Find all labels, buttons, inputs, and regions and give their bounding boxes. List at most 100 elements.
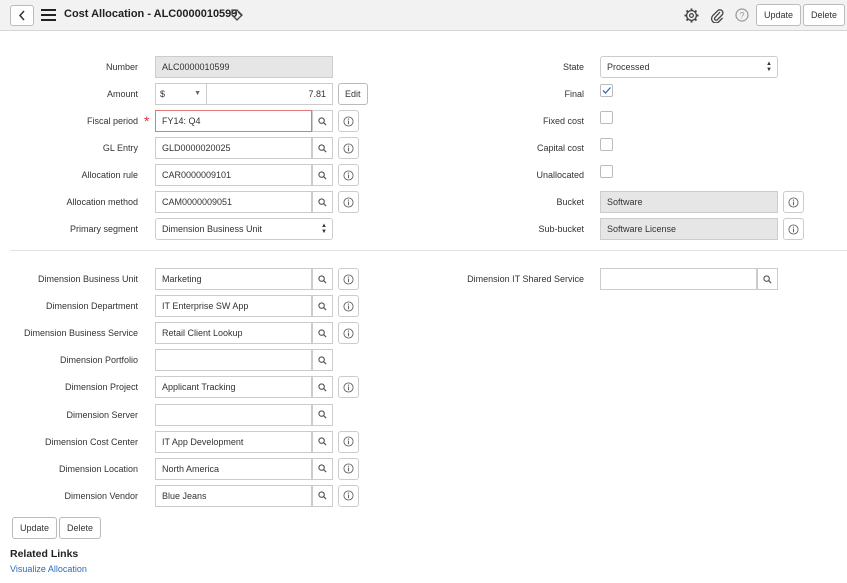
page-title: Cost Allocation - ALC0000010599: [64, 8, 238, 20]
gl-entry-info-button[interactable]: [338, 137, 359, 159]
search-icon: [318, 437, 327, 446]
search-icon: [318, 170, 327, 180]
number-field: ALC0000010599: [155, 56, 333, 78]
menu-icon[interactable]: [41, 9, 56, 21]
dimension-cost-center-lookup-button[interactable]: [312, 430, 333, 453]
sub-bucket-field: Software License: [600, 218, 778, 240]
dimension-project-lookup-button[interactable]: [312, 376, 333, 399]
allocation-rule-lookup-button[interactable]: [312, 164, 333, 186]
updown-arrows-icon: ▲ ▼: [321, 223, 327, 235]
gl-entry-label: GL Entry: [102, 143, 138, 153]
edit-amount-button[interactable]: Edit: [338, 83, 368, 105]
dimension-vendor-lookup-button[interactable]: [312, 484, 333, 507]
fixed-cost-checkbox[interactable]: [600, 111, 613, 124]
capital-cost-checkbox[interactable]: [600, 138, 613, 151]
dimension-business-unit-lookup-button[interactable]: [312, 268, 333, 290]
dimension-vendor-info-button[interactable]: [338, 484, 359, 507]
update-button[interactable]: Update: [756, 4, 802, 26]
dimension-business-unit-field[interactable]: Marketing: [155, 268, 312, 290]
dimension-vendor-field[interactable]: Blue Jeans: [155, 484, 312, 507]
dimension-cost-center-label: Dimension Cost Center: [44, 436, 138, 447]
info-icon: [343, 196, 354, 208]
bucket-info-button[interactable]: [783, 191, 804, 213]
dimension-project-label: Dimension Project: [64, 382, 138, 393]
dimension-location-field[interactable]: North America: [155, 457, 312, 480]
capital-cost-label: Capital cost: [536, 143, 584, 153]
amount-field[interactable]: 7.81: [206, 83, 333, 105]
allocation-method-lookup-button[interactable]: [312, 191, 333, 213]
amount-label: Amount: [106, 89, 138, 99]
dimension-server-lookup-button[interactable]: [312, 403, 333, 426]
gl-entry-lookup-button[interactable]: [312, 137, 333, 159]
it-shared-service-lookup-button[interactable]: [757, 268, 778, 290]
dimension-department-label: Dimension Department: [45, 301, 138, 312]
search-icon: [318, 301, 327, 311]
primary-segment-label: Primary segment: [69, 224, 138, 234]
dimension-department-info-button[interactable]: [338, 295, 359, 318]
allocation-method-label: Allocation method: [66, 197, 138, 207]
sub-bucket-info-button[interactable]: [783, 218, 804, 240]
search-icon: [318, 491, 327, 500]
currency-select[interactable]: $ ▼: [155, 83, 207, 105]
info-icon: [343, 328, 354, 339]
search-icon: [318, 410, 327, 419]
fiscal-period-label: Fiscal period: [86, 116, 138, 126]
dimension-location-info-button[interactable]: [338, 457, 359, 480]
dimension-project-field[interactable]: Applicant Tracking: [155, 376, 312, 399]
fiscal-period-lookup-button[interactable]: [312, 110, 333, 132]
tag-icon[interactable]: [230, 8, 244, 22]
allocation-rule-info-button[interactable]: [338, 164, 359, 186]
caret-down-icon: ▼: [194, 90, 201, 97]
dimension-business-service-info-button[interactable]: [338, 322, 359, 345]
fiscal-period-info-button[interactable]: [338, 110, 359, 132]
dimension-portfolio-lookup-button[interactable]: [312, 349, 333, 372]
fiscal-period-field[interactable]: FY14: Q4: [155, 110, 312, 132]
footer-update-button[interactable]: Update: [12, 517, 58, 539]
dimension-location-lookup-button[interactable]: [312, 457, 333, 480]
dimension-portfolio-field[interactable]: [155, 349, 312, 372]
dimension-business-service-field[interactable]: Retail Client Lookup: [155, 322, 312, 345]
back-button[interactable]: [10, 5, 34, 26]
dimension-portfolio-label: Dimension Portfolio: [59, 355, 138, 366]
search-icon: [763, 274, 772, 284]
info-icon: [343, 142, 354, 154]
gl-entry-field[interactable]: GLD0000020025: [155, 137, 312, 159]
gear-icon[interactable]: [684, 8, 699, 23]
final-checkbox[interactable]: [600, 84, 613, 97]
visualize-allocation-link[interactable]: Visualize Allocation: [10, 564, 87, 574]
info-icon: [343, 490, 354, 501]
dimension-vendor-label: Dimension Vendor: [64, 490, 138, 501]
allocation-method-field[interactable]: CAM0000009051: [155, 191, 312, 213]
dimension-server-label: Dimension Server: [66, 409, 138, 420]
dimension-project-info-button[interactable]: [338, 376, 359, 399]
related-links-title: Related Links: [10, 548, 79, 560]
allocation-method-info-button[interactable]: [338, 191, 359, 213]
state-select[interactable]: Processed ▲ ▼: [600, 56, 778, 78]
search-icon: [318, 143, 327, 153]
info-icon: [343, 463, 354, 474]
dimension-server-field[interactable]: [155, 403, 312, 426]
it-shared-service-field[interactable]: [600, 268, 757, 290]
dimension-business-unit-info-button[interactable]: [338, 268, 359, 290]
info-icon: [343, 115, 354, 127]
dimension-location-label: Dimension Location: [58, 463, 138, 474]
unallocated-checkbox[interactable]: [600, 165, 613, 178]
dimension-cost-center-field[interactable]: IT App Development: [155, 430, 312, 453]
number-label: Number: [105, 62, 138, 72]
delete-button[interactable]: Delete: [803, 4, 846, 26]
dimension-department-lookup-button[interactable]: [312, 295, 333, 318]
search-icon: [318, 197, 327, 207]
unallocated-label: Unallocated: [536, 170, 584, 180]
allocation-rule-field[interactable]: CAR0000009101: [155, 164, 312, 186]
dimension-department-field[interactable]: IT Enterprise SW App: [155, 295, 312, 318]
state-label: State: [562, 62, 584, 72]
primary-segment-select[interactable]: Dimension Business Unit ▲ ▼: [155, 218, 333, 240]
info-icon: [343, 436, 354, 447]
dimension-business-service-lookup-button[interactable]: [312, 322, 333, 345]
search-icon: [318, 329, 327, 338]
paperclip-icon[interactable]: [710, 8, 724, 23]
footer-delete-button[interactable]: Delete: [59, 517, 102, 539]
final-label: Final: [564, 89, 584, 99]
dimension-cost-center-info-button[interactable]: [338, 430, 359, 453]
help-icon[interactable]: ?: [735, 8, 749, 22]
